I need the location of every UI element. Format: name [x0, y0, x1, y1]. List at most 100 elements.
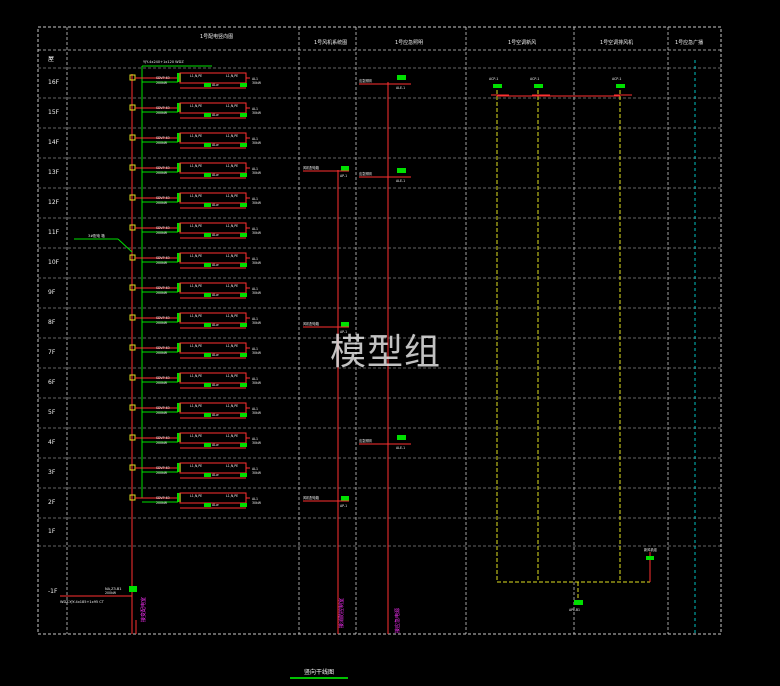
vertical-note-light: 接应急电源: [394, 608, 401, 633]
far-right-sub: 30kW: [252, 441, 262, 445]
tap-line-11f-diag: [117, 238, 133, 253]
breaker-left-sub: 200kW: [156, 81, 168, 85]
breaker-left-sub: 200kW: [156, 441, 168, 445]
header-col1: 1号配电竖向图: [200, 33, 233, 40]
breaker-left-label: SDVP-63: [156, 166, 170, 170]
watermark: 模型组: [330, 332, 442, 373]
far-right-sub: 30kW: [252, 261, 262, 265]
breaker-left-sub: 200kW: [156, 261, 168, 265]
breaker-left-sub: 200kW: [156, 471, 168, 475]
breaker-left-label: SDVP-63: [156, 436, 170, 440]
far-right-sub: 30kW: [252, 231, 262, 235]
green-block: [204, 443, 211, 447]
green-block: [204, 173, 211, 177]
floor-label-14F: 14F: [48, 139, 60, 146]
header-col2: 1号风机系统图: [314, 39, 347, 46]
green-block: [204, 383, 211, 387]
trunk-label: YJY-4x240+1x120 WDZ: [143, 60, 184, 64]
fan-13f-label: 风机配电箱: [303, 165, 320, 170]
fan-13f-box: [341, 166, 349, 171]
breaker-left-sub: 200kW: [156, 501, 168, 505]
fan-13f-sub: AP-1: [340, 174, 347, 178]
right-label: ALw: [212, 383, 219, 387]
green-block: [240, 323, 247, 327]
breaker-left-sub: 200kW: [156, 201, 168, 205]
far-right-sub: 30kW: [252, 291, 262, 295]
right-label: ALw: [212, 203, 219, 207]
box-label-2: L1,N,PE: [226, 74, 238, 78]
floor-label-15F: 15F: [48, 109, 60, 116]
breaker-left-label: SDVP-63: [156, 406, 170, 410]
breaker-left-label: SDVP-63: [156, 466, 170, 470]
right-label: ALw: [212, 503, 219, 507]
green-block: [240, 143, 247, 147]
green-block: [240, 173, 247, 177]
right-label: ALw: [212, 83, 219, 87]
breaker-left-label: SDVP-63: [156, 496, 170, 500]
green-block: [204, 203, 211, 207]
floor-label-13F: 13F: [48, 169, 60, 176]
box-label-2: L1,N,PE: [226, 284, 238, 288]
light-4f-label: 应急照明: [359, 438, 372, 443]
floor-label-9F: 9F: [48, 289, 56, 296]
box-label-2: L1,N,PE: [226, 104, 238, 108]
light-16f-box: [397, 75, 406, 80]
far-right-sub: 30kW: [252, 351, 262, 355]
far-right-sub: 30kW: [252, 471, 262, 475]
far-right-sub: 30kW: [252, 111, 262, 115]
box-label-2: L1,N,PE: [226, 494, 238, 498]
floor-label--1F: -1F: [48, 588, 58, 595]
right-label: ALw: [212, 413, 219, 417]
bottom-box: [574, 600, 583, 605]
green-block: [240, 443, 247, 447]
floor-label-5F: 5F: [48, 409, 56, 416]
green-block: [240, 473, 247, 477]
green-block: [204, 413, 211, 417]
right-box: [646, 556, 654, 560]
green-block: [240, 233, 247, 237]
breaker-left-sub: 200kW: [156, 291, 168, 295]
green-block: [204, 113, 211, 117]
floor-label-16F: 16F: [48, 79, 60, 86]
green-block: [240, 113, 247, 117]
far-right-sub: 30kW: [252, 201, 262, 205]
box-label-2: L1,N,PE: [226, 404, 238, 408]
header-col4: 1号空调新风: [508, 39, 536, 46]
green-block: [240, 353, 247, 357]
basement-box: [129, 586, 137, 592]
green-block: [204, 143, 211, 147]
ac-riser-a-label: ACP-1: [489, 77, 498, 81]
green-block: [204, 473, 211, 477]
bottom-box-label: APL-B1: [569, 608, 580, 612]
box-label: L1,N,PE: [190, 464, 202, 468]
box-label-2: L1,N,PE: [226, 314, 238, 318]
breaker-left-label: SDVP-63: [156, 226, 170, 230]
breaker-left-sub: 200kW: [156, 321, 168, 325]
breaker-left-label: SDVP-63: [156, 286, 170, 290]
green-block: [204, 323, 211, 327]
right-label: ALw: [212, 323, 219, 327]
breaker-left-label: SDVP-63: [156, 346, 170, 350]
green-block: [204, 83, 211, 87]
breaker-left-label: SDVP-63: [156, 256, 170, 260]
green-block: [204, 503, 211, 507]
box-label-2: L1,N,PE: [226, 374, 238, 378]
breaker-left-sub: 200kW: [156, 351, 168, 355]
box-label-2: L1,N,PE: [226, 224, 238, 228]
box-label: L1,N,PE: [190, 164, 202, 168]
right-label: ALw: [212, 293, 219, 297]
light-16f-sub: ALE-1: [396, 86, 405, 90]
light-16f-label: 应急照明: [359, 78, 372, 83]
green-block: [240, 203, 247, 207]
box-label: L1,N,PE: [190, 224, 202, 228]
box-label: L1,N,PE: [190, 344, 202, 348]
box-label: L1,N,PE: [190, 74, 202, 78]
far-right-sub: 30kW: [252, 171, 262, 175]
floor-label-2F: 2F: [48, 499, 56, 506]
box-label-2: L1,N,PE: [226, 164, 238, 168]
light-13f-sub: ALE-1: [396, 179, 405, 183]
floor-label-屋: 屋: [48, 56, 54, 63]
box-label: L1,N,PE: [190, 254, 202, 258]
floor-label-11F: 11F: [48, 229, 60, 236]
right-label: ALw: [212, 443, 219, 447]
